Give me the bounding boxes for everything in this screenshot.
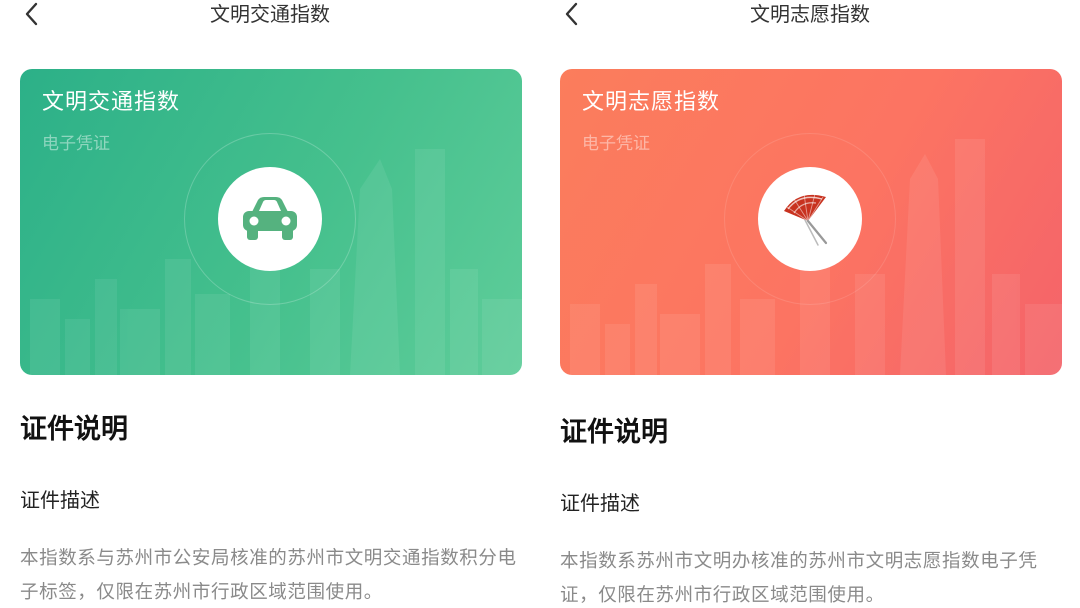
card-title: 文明交通指数 [42, 90, 181, 115]
certificate-description: 本指数系与苏州市公安局核准的苏州市文明交通指数积分电子标签，仅限在苏州市行政区域… [20, 548, 517, 603]
certificate-description: 本指数系苏州市文明办核准的苏州市文明志愿指数电子凭证，仅限在苏州市行政区域范围使… [560, 551, 1038, 606]
folding-fan-icon [784, 193, 828, 246]
certificate-card[interactable]: 文明交通指数 电子凭证 [20, 69, 522, 375]
card-subtitle: 电子凭证 [582, 134, 650, 154]
card-title: 文明志愿指数 [582, 90, 721, 115]
volunteer-index-screen: 文明志愿指数 文明志愿指数 电子凭证 证件说明 证件描述 本指数系苏州市文明办核… [540, 0, 1080, 608]
back-arrow-icon [565, 2, 578, 26]
back-button[interactable] [18, 0, 46, 28]
field-label: 证件描述 [20, 488, 100, 512]
certificate-card[interactable]: 文明志愿指数 电子凭证 [560, 69, 1062, 375]
back-arrow-icon [25, 2, 38, 26]
back-button[interactable] [558, 0, 586, 28]
nav-bar: 文明交通指数 [0, 0, 540, 34]
section-title: 证件说明 [20, 414, 128, 445]
page-title: 文明交通指数 [210, 2, 330, 26]
car-icon [243, 197, 297, 240]
field-label: 证件描述 [560, 491, 640, 515]
card-subtitle: 电子凭证 [42, 134, 110, 154]
badge-circle [218, 167, 322, 271]
nav-bar: 文明志愿指数 [540, 0, 1080, 34]
badge-circle [758, 167, 862, 271]
page-title: 文明志愿指数 [750, 2, 870, 26]
traffic-index-screen: 文明交通指数 文明交通指数 电子凭证 证件说明 证件描述 本指数系与苏州市公安局… [0, 0, 540, 608]
section-title: 证件说明 [560, 417, 668, 448]
